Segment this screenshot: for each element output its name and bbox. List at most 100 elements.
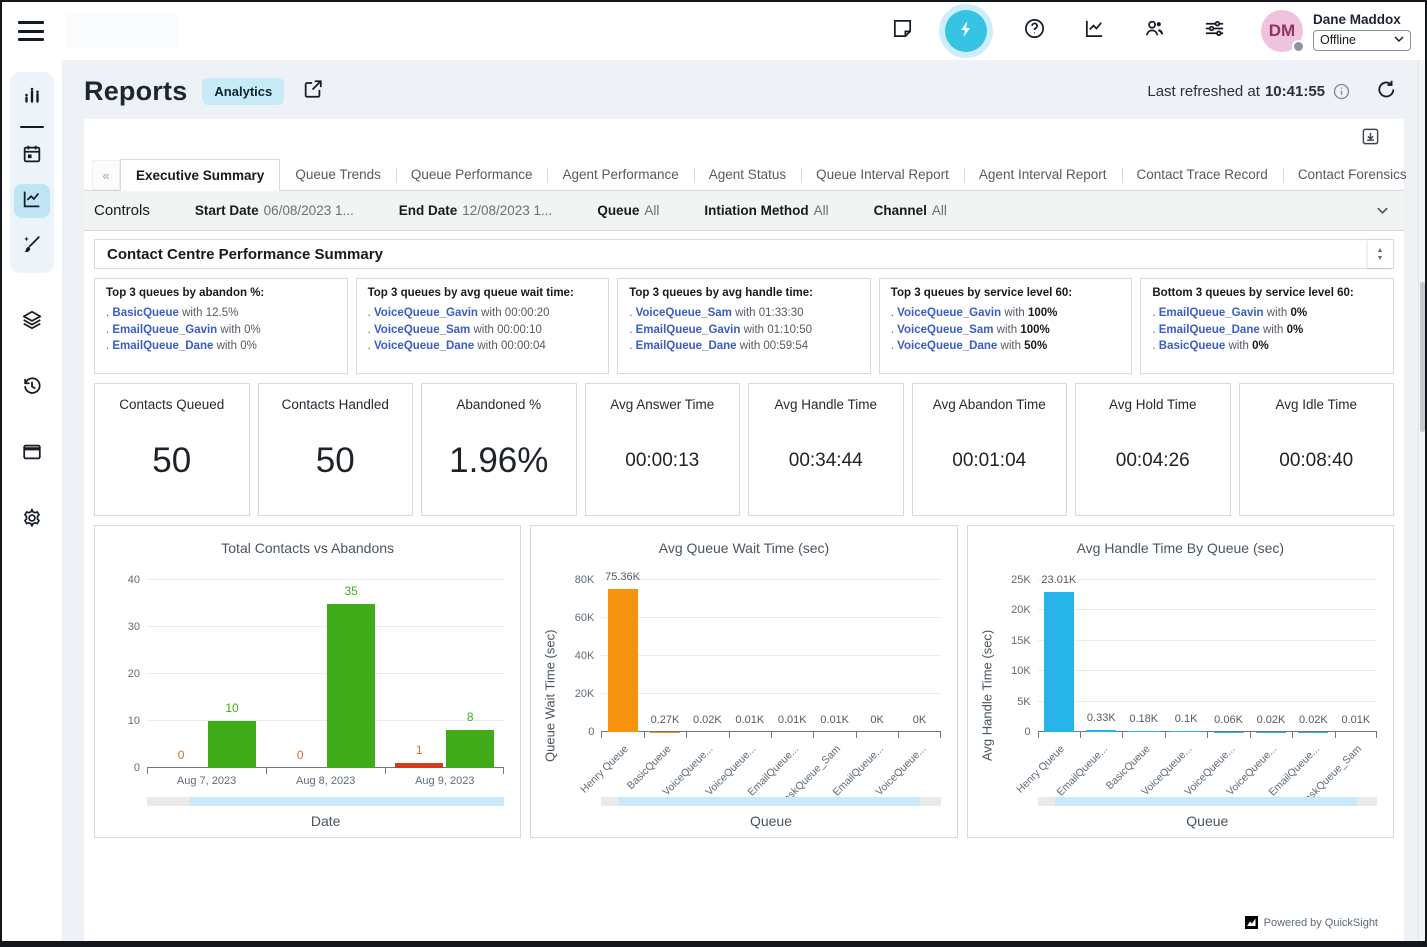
help-button[interactable] [1021, 18, 1047, 44]
bar-slot: 0.01K [771, 562, 813, 732]
y-tick-label: 60K [575, 612, 595, 624]
filter-end-date[interactable]: End Date12/08/2023 1... [399, 203, 553, 218]
bar-slot: 0K [898, 562, 940, 732]
tab-scroll-left-button[interactable]: « [92, 160, 120, 190]
filter-channel[interactable]: ChannelAll [874, 203, 947, 218]
queue-link[interactable]: VoiceQueue_Gavin [374, 307, 478, 319]
boost-button[interactable] [945, 10, 987, 52]
bar-value-label: 0.02K [1257, 714, 1286, 726]
window-icon [21, 441, 43, 468]
queue-link[interactable]: EmailQueue_Gavin [1159, 307, 1264, 319]
y-tick-label: 25K [1011, 574, 1031, 586]
queue-link[interactable]: VoiceQueue_Sam [636, 307, 732, 319]
queue-link[interactable]: VoiceQueue_Sam [897, 324, 993, 336]
bar-slot: 75.36K [601, 562, 643, 732]
sidebar-item-customize[interactable] [14, 231, 50, 261]
tab-contact-forensics[interactable]: Contact Forensics [1283, 160, 1422, 190]
sidebar-item-schedule[interactable] [14, 141, 50, 171]
tab-agent-performance[interactable]: Agent Performance [547, 160, 693, 190]
bar[interactable] [1129, 731, 1159, 732]
hamburger-menu-icon[interactable] [18, 21, 44, 41]
queue-link[interactable]: EmailQueue_Dane [636, 340, 737, 352]
bar[interactable] [1171, 731, 1201, 732]
queue-link[interactable]: BasicQueue [1159, 340, 1225, 352]
question-icon [1023, 17, 1046, 45]
plot-area: 020K40K60K80K75.36K0.27K0.02K0.01K0.01K0… [601, 562, 940, 732]
vertical-scrollbar [1418, 60, 1425, 941]
x-axis-tick [898, 732, 899, 738]
tab-agent-status[interactable]: Agent Status [694, 160, 801, 190]
queue-link[interactable]: EmailQueue_Gavin [636, 324, 741, 336]
chart-scrollbar-thumb[interactable] [1055, 797, 1357, 806]
queue-link[interactable]: EmailQueue_Dane [1159, 324, 1260, 336]
queue-link[interactable]: VoiceQueue_Dane [374, 340, 474, 352]
page-title: Reports [84, 76, 187, 107]
x-category-label: TaskQueue_Sam [1335, 739, 1377, 793]
bar-value-label: 23.01K [1041, 574, 1076, 586]
sidebar-item-settings[interactable] [14, 505, 50, 535]
chart-scrollbar-thumb[interactable] [618, 797, 920, 806]
last-refreshed-label: Last refreshed at [1147, 83, 1260, 100]
spinner-down-button[interactable]: ▼ [1377, 255, 1384, 262]
refresh-button[interactable] [1376, 79, 1397, 105]
tab-contact-trace-record[interactable]: Contact Trace Record [1122, 160, 1283, 190]
users-button[interactable] [1141, 18, 1167, 44]
sidebar-item-window[interactable] [14, 439, 50, 469]
avatar[interactable]: DM [1261, 10, 1303, 52]
x-axis-title: Queue [1038, 813, 1377, 829]
preferences-button[interactable] [1201, 18, 1227, 44]
queue-link[interactable]: BasicQueue [112, 307, 178, 319]
insight-card-title: Top 3 queues by abandon %: [106, 287, 336, 299]
spinner-up-button[interactable]: ▲ [1377, 247, 1384, 254]
kpi-label: Abandoned % [456, 397, 541, 412]
controls-collapse-button[interactable] [1375, 203, 1390, 218]
filter-intiation-method[interactable]: Intiation MethodAll [704, 203, 828, 218]
sidebar-item-layers[interactable] [14, 307, 50, 337]
tab-executive-summary[interactable]: Executive Summary [120, 159, 280, 191]
filter-queue[interactable]: QueueAll [597, 203, 659, 218]
status-select[interactable]: Offline [1313, 30, 1411, 51]
bar[interactable] [608, 589, 638, 732]
sidebar-item-history[interactable] [14, 373, 50, 403]
bar[interactable] [446, 730, 494, 768]
bar[interactable] [650, 732, 680, 733]
queue-link[interactable]: VoiceQueue_Sam [374, 324, 470, 336]
report-tabbar: « Executive SummaryQueue TrendsQueue Per… [84, 159, 1404, 191]
bar[interactable] [327, 604, 375, 769]
insights-button[interactable] [1081, 18, 1107, 44]
filter-label: Intiation Method [704, 203, 808, 218]
kpi-value: 00:01:04 [952, 450, 1026, 472]
kpi-card: Avg Idle Time00:08:40 [1239, 383, 1395, 516]
queue-link[interactable]: EmailQueue_Gavin [112, 324, 217, 336]
bar-value-label: 0 [297, 748, 304, 762]
bar-slot: 0K [856, 562, 898, 732]
bar[interactable] [395, 763, 443, 768]
queue-link[interactable]: EmailQueue_Dane [112, 340, 213, 352]
info-icon[interactable] [1333, 83, 1350, 100]
insight-value: 00:59:54 [763, 340, 808, 352]
filter-start-date[interactable]: Start Date06/08/2023 1... [195, 203, 354, 218]
tab-queue-performance[interactable]: Queue Performance [396, 160, 548, 190]
chart-scrollbar-thumb[interactable] [190, 797, 504, 806]
tab-queue-trends[interactable]: Queue Trends [280, 160, 396, 190]
sidebar-item-reports[interactable] [14, 184, 50, 218]
bar[interactable] [1044, 592, 1074, 732]
kpi-card: Abandoned % 1.96% [421, 383, 577, 516]
x-axis-tick [1250, 732, 1251, 738]
bar[interactable] [208, 721, 256, 768]
chart-scrollbar [601, 797, 940, 806]
queue-link[interactable]: VoiceQueue_Dane [897, 340, 997, 352]
open-in-new-button[interactable] [302, 78, 324, 105]
bar[interactable] [1086, 730, 1116, 732]
notes-button[interactable] [889, 18, 915, 44]
tab-agent-interval-report[interactable]: Agent Interval Report [964, 160, 1122, 190]
tab-queue-interval-report[interactable]: Queue Interval Report [801, 160, 964, 190]
bar-value-label: 0.1K [1175, 713, 1198, 725]
queue-link[interactable]: VoiceQueue_Gavin [897, 307, 1001, 319]
download-button[interactable] [1361, 127, 1380, 151]
scrollbar-thumb[interactable] [1420, 282, 1425, 432]
insight-value: 0% [1252, 340, 1269, 352]
gear-icon [21, 507, 43, 534]
kpi-value: 1.96% [449, 441, 548, 481]
sidebar-item-metrics[interactable] [14, 83, 50, 113]
